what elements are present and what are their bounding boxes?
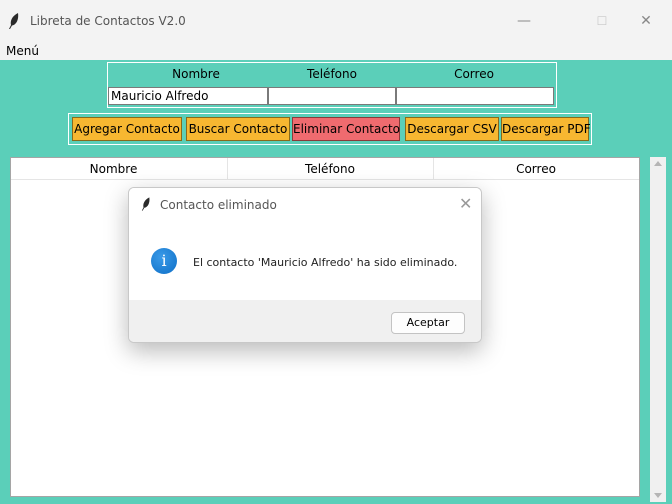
dialog-body: i El contacto 'Mauricio Alfredo' ha sido… [129,220,481,300]
menu-item-menu[interactable]: Menú [6,44,39,58]
dialog-message: El contacto 'Mauricio Alfredo' ha sido e… [193,256,458,269]
minimize-button[interactable]: — [514,12,534,30]
telefono-input[interactable] [268,87,396,105]
delete-contact-button[interactable]: Eliminar Contacto [292,117,400,141]
accept-button[interactable]: Aceptar [391,312,465,334]
window-title: Libreta de Contactos V2.0 [30,14,186,28]
message-dialog: Contacto eliminado ✕ i El contacto 'Maur… [128,187,482,343]
maximize-button[interactable]: ☐ [592,12,612,30]
title-bar: Libreta de Contactos V2.0 — ☐ ✕ [0,0,672,40]
form-header-nombre: Nombre [172,67,220,81]
dialog-title: Contacto eliminado [160,198,277,212]
dialog-close-icon[interactable]: ✕ [459,194,472,213]
search-contact-button[interactable]: Buscar Contacto [186,117,290,141]
feather-icon [141,197,150,211]
dialog-title-bar: Contacto eliminado ✕ [129,188,481,220]
dialog-footer: Aceptar [129,300,481,342]
form-header-telefono: Teléfono [307,67,357,81]
column-header-telefono[interactable]: Teléfono [227,158,433,180]
menu-bar: Menú [0,42,672,60]
info-icon: i [151,248,177,274]
table-scrollbar[interactable] [650,157,666,502]
scroll-down-icon[interactable] [654,493,662,498]
button-row: Agregar Contacto Buscar Contacto Elimina… [68,113,592,145]
feather-icon [9,13,19,29]
nombre-input[interactable]: Mauricio Alfredo [108,87,268,105]
close-button[interactable]: ✕ [636,12,656,30]
contact-form: Nombre Teléfono Correo Mauricio Alfredo [107,62,557,108]
table-header: Nombre Teléfono Correo [11,158,639,180]
scroll-up-icon[interactable] [654,161,662,166]
column-header-correo[interactable]: Correo [433,158,639,180]
download-csv-button[interactable]: Descargar CSV [405,117,499,141]
download-pdf-button[interactable]: Descargar PDF [501,117,591,141]
add-contact-button[interactable]: Agregar Contacto [72,117,182,141]
column-header-nombre[interactable]: Nombre [11,158,216,180]
form-header-correo: Correo [454,67,494,81]
correo-input[interactable] [396,87,554,105]
